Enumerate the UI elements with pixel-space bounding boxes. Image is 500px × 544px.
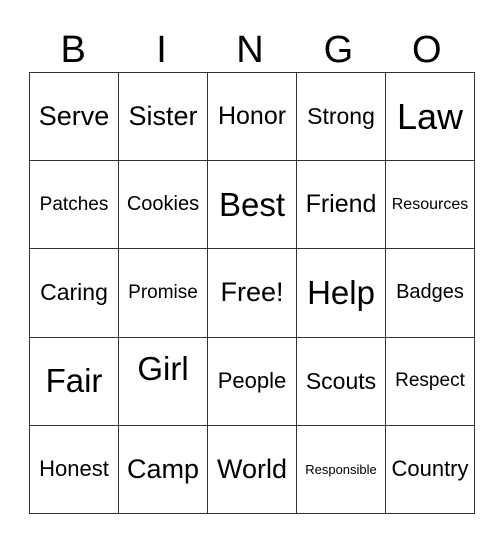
bingo-cell[interactable]: Honest	[29, 424, 119, 515]
bingo-cell[interactable]: Resources	[385, 160, 475, 250]
bingo-cell[interactable]: People	[207, 336, 297, 426]
bingo-cell[interactable]: Friend	[296, 160, 386, 250]
header-letter-o: O	[411, 29, 442, 71]
bingo-cell[interactable]: Scouts	[296, 336, 386, 426]
bingo-cell[interactable]: Honor	[207, 71, 297, 162]
bingo-cell[interactable]: Patches	[29, 160, 119, 250]
grid-row: Patches Cookies Best Friend Resources	[29, 160, 475, 250]
bingo-cell[interactable]: Strong	[296, 71, 386, 162]
bingo-cell[interactable]: Caring	[29, 248, 119, 338]
header-letter-n: N	[236, 29, 264, 71]
bingo-cell[interactable]: Serve	[29, 71, 119, 162]
grid-row: Serve Sister Honor Strong Law	[29, 71, 475, 162]
bingo-cell[interactable]: Fair	[29, 336, 119, 426]
bingo-cell[interactable]: Girl	[118, 336, 208, 426]
bingo-header: B I N G O	[29, 28, 471, 72]
bingo-grid: Serve Sister Honor Strong Law Patches Co…	[29, 71, 475, 515]
bingo-cell[interactable]: Sister	[118, 71, 208, 162]
bingo-cell[interactable]: Best	[207, 160, 297, 250]
header-letter-i: I	[156, 29, 167, 71]
bingo-cell[interactable]: World	[207, 424, 297, 515]
grid-row: Caring Promise Free! Help Badges	[29, 248, 475, 338]
header-letter-g: G	[323, 29, 354, 71]
grid-row: Honest Camp World Responsible Country	[29, 424, 475, 515]
header-letter-b: B	[60, 29, 86, 71]
bingo-cell[interactable]: Law	[385, 71, 475, 162]
bingo-cell[interactable]: Badges	[385, 248, 475, 338]
bingo-cell[interactable]: Respect	[385, 336, 475, 426]
bingo-cell[interactable]: Camp	[118, 424, 208, 515]
bingo-cell[interactable]: Help	[296, 248, 386, 338]
bingo-cell[interactable]: Promise	[118, 248, 208, 338]
bingo-cell-text: Girl	[137, 350, 189, 388]
bingo-cell[interactable]: Free!	[207, 248, 297, 338]
bingo-cell[interactable]: Responsible	[296, 424, 386, 515]
bingo-cell[interactable]: Country	[385, 424, 475, 515]
bingo-cell[interactable]: Cookies	[118, 160, 208, 250]
grid-row: Fair Girl People Scouts Respect	[29, 336, 475, 426]
